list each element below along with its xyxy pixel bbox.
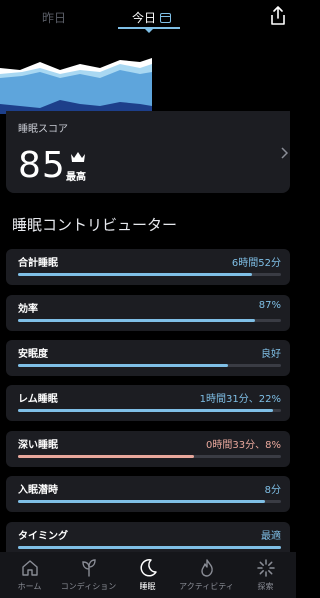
- contributor-progress-bar: [18, 546, 281, 549]
- nav-item-home[interactable]: ホーム: [0, 552, 59, 598]
- contributor-row-latency[interactable]: 入眠潜時 8分: [6, 476, 290, 512]
- calendar-icon: [160, 12, 172, 23]
- flame-icon: [200, 559, 213, 577]
- tab-yesterday[interactable]: 昨日: [42, 9, 66, 26]
- tab-today[interactable]: 今日: [132, 9, 172, 26]
- nav-item-condition[interactable]: コンディション: [59, 552, 118, 598]
- contributor-progress-fill: [18, 500, 266, 503]
- nav-label: ホーム: [17, 582, 42, 591]
- contributor-label: レム睡眠: [18, 394, 58, 405]
- home-icon: [21, 560, 38, 576]
- contributor-label: タイミング: [18, 531, 68, 542]
- chevron-right-icon: [281, 147, 288, 159]
- contributor-label: 効率: [18, 304, 38, 315]
- share-icon[interactable]: [268, 5, 288, 27]
- contributor-value: 最適: [261, 531, 281, 542]
- contributor-label: 入眠潜時: [18, 485, 58, 496]
- contributor-value: 87%: [258, 300, 281, 311]
- contributor-progress-bar: [18, 273, 281, 276]
- contributor-progress-fill: [18, 409, 274, 412]
- contributor-progress-fill: [18, 319, 255, 322]
- tab-today-label: 今日: [132, 11, 157, 25]
- explore-icon: [256, 559, 275, 577]
- contributor-progress-fill: [18, 364, 229, 367]
- bottom-navigation: ホーム コンディション 睡眠 アクティビティ 探索: [0, 552, 296, 598]
- contributor-label: 安眠度: [18, 349, 48, 360]
- contributors-heading: 睡眠コントリビューター: [12, 216, 178, 234]
- sleep-stage-graph: [0, 58, 152, 114]
- contributor-progress-bar: [18, 500, 281, 503]
- sleep-score-label: 睡眠スコア: [18, 124, 68, 135]
- nav-item-sleep[interactable]: 睡眠: [118, 552, 177, 598]
- contributor-progress-fill: [18, 546, 281, 549]
- nav-item-explore[interactable]: 探索: [236, 552, 295, 598]
- day-tab-bar: 昨日 今日: [0, 0, 296, 34]
- crown-icon: [71, 152, 85, 162]
- nav-label: アクティビティ: [179, 582, 234, 591]
- sleep-score-card[interactable]: 睡眠スコア 85 最高: [6, 111, 290, 193]
- contributor-progress-bar: [18, 455, 281, 458]
- contributor-progress-bar: [18, 364, 281, 367]
- contributor-progress-bar: [18, 409, 281, 412]
- contributor-value: 6時間52分: [231, 258, 281, 269]
- contributor-label: 深い睡眠: [18, 440, 58, 451]
- moon-icon: [139, 559, 157, 577]
- sprout-icon: [81, 559, 96, 577]
- contributor-value: 良好: [261, 349, 281, 360]
- contributor-value: 0時間33分、8%: [206, 440, 281, 451]
- contributor-row-restfulness[interactable]: 安眠度 良好: [6, 340, 290, 376]
- contributor-value: 8分: [264, 485, 281, 496]
- active-tab-caret: [144, 28, 154, 33]
- contributor-row-rem-sleep[interactable]: レム睡眠 1時間31分、22%: [6, 385, 290, 421]
- nav-label: 探索: [257, 582, 274, 591]
- sleep-score-grade: 最高: [66, 172, 86, 183]
- contributor-row-deep-sleep[interactable]: 深い睡眠 0時間33分、8%: [6, 431, 290, 467]
- contributor-progress-fill: [18, 273, 253, 276]
- sleep-score-value: 85: [18, 145, 66, 186]
- contributor-progress-fill: [18, 455, 195, 458]
- contributor-row-total-sleep[interactable]: 合計睡眠 6時間52分: [6, 249, 290, 285]
- contributor-progress-bar: [18, 319, 281, 322]
- contributor-value: 1時間31分、22%: [199, 394, 281, 405]
- contributor-label: 合計睡眠: [18, 258, 58, 269]
- contributor-row-efficiency[interactable]: 効率 87%: [6, 295, 290, 331]
- nav-item-activity[interactable]: アクティビティ: [177, 552, 236, 598]
- nav-label: コンディション: [60, 582, 117, 591]
- nav-label: 睡眠: [139, 582, 156, 591]
